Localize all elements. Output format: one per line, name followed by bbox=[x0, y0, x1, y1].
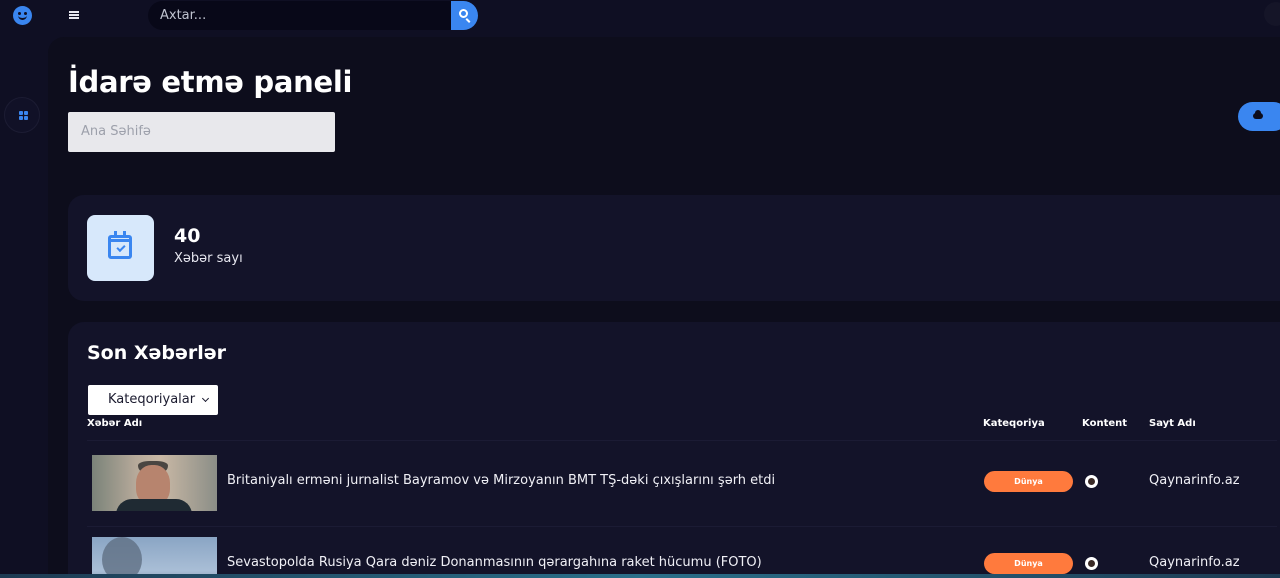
eye-icon[interactable] bbox=[1085, 557, 1098, 570]
news-thumbnail[interactable] bbox=[92, 455, 217, 511]
taskbar-strip bbox=[0, 574, 1280, 578]
news-count-card: 40 Xəbər sayı bbox=[68, 195, 1280, 301]
column-header-category: Kateqoriya bbox=[983, 418, 1045, 429]
category-dropdown[interactable]: Kateqoriyalar bbox=[88, 385, 218, 415]
breadcrumb[interactable]: Ana Səhifə bbox=[68, 112, 335, 152]
table-row: Sevastopolda Rusiya Qara dəniz Donanması… bbox=[87, 536, 1280, 578]
site-name: Qaynarinfo.az bbox=[1149, 555, 1240, 570]
news-count-value: 40 bbox=[174, 225, 201, 247]
search-icon bbox=[459, 9, 468, 18]
download-button[interactable] bbox=[1238, 102, 1280, 131]
eye-icon[interactable] bbox=[1085, 475, 1098, 488]
category-badge: Dünya bbox=[984, 553, 1073, 574]
news-thumbnail[interactable] bbox=[92, 537, 217, 578]
news-count-label: Xəbər sayı bbox=[174, 251, 243, 266]
divider bbox=[87, 526, 1277, 527]
page-title: İdarə etmə paneli bbox=[68, 65, 353, 99]
site-name: Qaynarinfo.az bbox=[1149, 473, 1240, 488]
sidebar-item-dashboard[interactable] bbox=[4, 97, 40, 133]
top-bar bbox=[0, 0, 1280, 32]
chevron-down-icon bbox=[201, 394, 210, 403]
menu-icon[interactable] bbox=[69, 11, 79, 19]
avatar[interactable] bbox=[1264, 2, 1280, 26]
category-badge: Dünya bbox=[984, 471, 1073, 492]
dashboard-grid-icon bbox=[19, 111, 28, 120]
latest-news-title: Son Xəbərlər bbox=[87, 342, 227, 364]
category-dropdown-label: Kateqoriyalar bbox=[108, 392, 196, 407]
divider bbox=[87, 440, 1277, 441]
cloud-download-icon bbox=[1253, 110, 1263, 119]
column-header-content: Kontent bbox=[1082, 418, 1128, 429]
column-header-site: Sayt Adı bbox=[1149, 418, 1196, 429]
stat-icon-box bbox=[87, 215, 154, 281]
main-panel: İdarə etmə paneli Ana Səhifə 40 Xəbər sa… bbox=[48, 37, 1280, 578]
column-header-name: Xəbər Adı bbox=[87, 418, 143, 429]
search-input[interactable] bbox=[160, 1, 450, 30]
news-title-link[interactable]: Sevastopolda Rusiya Qara dəniz Donanması… bbox=[227, 555, 762, 570]
calendar-check-icon bbox=[108, 231, 132, 259]
news-title-link[interactable]: Britaniyalı erməni jurnalist Bayramov və… bbox=[227, 473, 775, 488]
table-row: Britaniyalı erməni jurnalist Bayramov və… bbox=[87, 454, 1280, 527]
search-button[interactable] bbox=[451, 1, 478, 30]
smiley-logo-icon[interactable] bbox=[13, 6, 32, 25]
search-bar bbox=[148, 1, 478, 30]
latest-news-card: Son Xəbərlər Kateqoriyalar Xəbər Adı Kat… bbox=[68, 322, 1280, 578]
